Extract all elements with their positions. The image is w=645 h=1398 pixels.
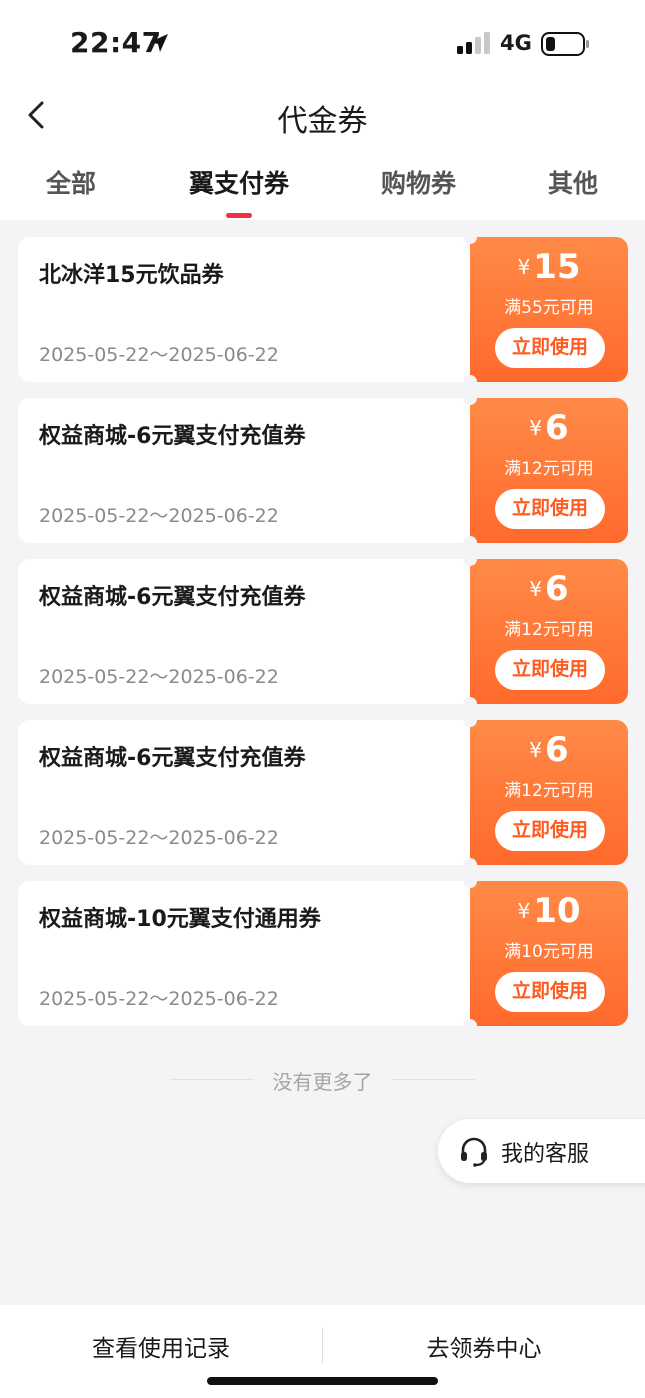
coupon-card: 权益商城-10元翼支付通用券 2025-05-22～2025-06-22 ¥10… <box>18 874 628 1033</box>
network-label: 4G <box>500 31 532 55</box>
coupon-name: 权益商城-6元翼支付充值券 <box>39 746 306 771</box>
coupon-validity: 2025-05-22～2025-06-22 <box>39 344 279 366</box>
amount-value: 6 <box>545 408 569 448</box>
coupon-name: 权益商城-6元翼支付充值券 <box>39 585 306 610</box>
coupon-name: 北冰洋15元饮品券 <box>39 263 224 288</box>
coupon-validity: 2025-05-22～2025-06-22 <box>39 988 279 1010</box>
voucher-page: 22:47 4G 代金券 全部 翼支付券 购物券 其他 北冰洋15元饮品券 20… <box>0 0 645 1398</box>
signal-icon <box>457 32 490 54</box>
coupon-notch <box>463 552 477 566</box>
coupon-card: 北冰洋15元饮品券 2025-05-22～2025-06-22 ¥15 满55元… <box>18 230 628 389</box>
active-tab-indicator <box>226 213 252 218</box>
use-now-button[interactable]: 立即使用 <box>495 328 605 368</box>
coupon-card: 权益商城-6元翼支付充值券 2025-05-22～2025-06-22 ¥6 满… <box>18 713 628 872</box>
amount-value: 6 <box>545 730 569 770</box>
coupon-center-button[interactable]: 去领券中心 <box>323 1329 645 1363</box>
nav-bar: 代金券 <box>0 88 645 150</box>
coupon-notch <box>463 391 477 405</box>
currency-symbol: ¥ <box>529 577 543 601</box>
coupon-condition: 满12元可用 <box>504 459 594 479</box>
tab-bar: 全部 翼支付券 购物券 其他 <box>0 150 645 220</box>
coupon-value-panel: ¥15 满55元可用 立即使用 <box>463 230 628 389</box>
coupon-list: 北冰洋15元饮品券 2025-05-22～2025-06-22 ¥15 满55元… <box>18 230 628 1042</box>
currency-symbol: ¥ <box>517 255 531 279</box>
coupon-value-panel: ¥6 满12元可用 立即使用 <box>463 713 628 872</box>
coupon-validity: 2025-05-22～2025-06-22 <box>39 505 279 527</box>
tab-shopping-coupons[interactable]: 购物券 <box>381 164 456 200</box>
coupon-validity: 2025-05-22～2025-06-22 <box>39 666 279 688</box>
tab-bestpay-coupons[interactable]: 翼支付券 <box>189 164 289 200</box>
coupon-notch <box>463 1019 477 1033</box>
coupon-notch <box>463 874 477 888</box>
currency-symbol: ¥ <box>517 899 531 923</box>
battery-icon <box>541 32 589 56</box>
use-now-button[interactable]: 立即使用 <box>495 650 605 690</box>
coupon-card: 权益商城-6元翼支付充值券 2025-05-22～2025-06-22 ¥6 满… <box>18 552 628 711</box>
coupon-info: 权益商城-6元翼支付充值券 2025-05-22～2025-06-22 <box>18 398 470 543</box>
tab-all[interactable]: 全部 <box>46 164 96 200</box>
coupon-condition: 满12元可用 <box>504 620 594 640</box>
coupon-card: 权益商城-6元翼支付充值券 2025-05-22～2025-06-22 ¥6 满… <box>18 391 628 550</box>
currency-symbol: ¥ <box>529 416 543 440</box>
use-now-button[interactable]: 立即使用 <box>495 811 605 851</box>
coupon-info: 权益商城-6元翼支付充值券 2025-05-22～2025-06-22 <box>18 720 470 865</box>
coupon-amount: ¥15 <box>470 247 628 287</box>
coupon-notch <box>463 697 477 711</box>
coupon-info: 权益商城-10元翼支付通用券 2025-05-22～2025-06-22 <box>18 881 470 1026</box>
currency-symbol: ¥ <box>529 738 543 762</box>
coupon-info: 权益商城-6元翼支付充值券 2025-05-22～2025-06-22 <box>18 559 470 704</box>
coupon-value-panel: ¥6 满12元可用 立即使用 <box>463 552 628 711</box>
coupon-notch <box>463 536 477 550</box>
status-bar: 22:47 4G <box>0 0 645 88</box>
coupon-name: 权益商城-6元翼支付充值券 <box>39 424 306 449</box>
list-end-text: 没有更多了 <box>272 1070 373 1094</box>
use-now-button[interactable]: 立即使用 <box>495 489 605 529</box>
coupon-notch <box>463 230 477 244</box>
coupon-value-panel: ¥6 满12元可用 立即使用 <box>463 391 628 550</box>
page-title: 代金券 <box>277 104 368 139</box>
coupon-info: 北冰洋15元饮品券 2025-05-22～2025-06-22 <box>18 237 470 382</box>
amount-value: 6 <box>545 569 569 609</box>
tab-other[interactable]: 其他 <box>548 164 598 200</box>
headset-icon <box>461 1137 487 1167</box>
coupon-name: 权益商城-10元翼支付通用券 <box>39 907 321 932</box>
view-usage-records-button[interactable]: 查看使用记录 <box>0 1329 322 1363</box>
coupon-notch <box>463 375 477 389</box>
location-arrow-icon <box>150 34 168 52</box>
amount-value: 10 <box>533 891 581 931</box>
coupon-condition: 满55元可用 <box>504 298 594 318</box>
divider <box>391 1079 475 1080</box>
customer-service-label: 我的客服 <box>501 1142 590 1167</box>
coupon-condition: 满10元可用 <box>504 942 594 962</box>
home-indicator <box>207 1377 438 1385</box>
coupon-value-panel: ¥10 满10元可用 立即使用 <box>463 874 628 1033</box>
list-end: 没有更多了 <box>170 1066 475 1094</box>
amount-value: 15 <box>533 247 581 287</box>
use-now-button[interactable]: 立即使用 <box>495 972 605 1012</box>
coupon-validity: 2025-05-22～2025-06-22 <box>39 827 279 849</box>
coupon-amount: ¥10 <box>470 891 628 931</box>
coupon-amount: ¥6 <box>470 730 628 770</box>
coupon-notch <box>463 713 477 727</box>
coupon-amount: ¥6 <box>470 408 628 448</box>
coupon-notch <box>463 858 477 872</box>
coupon-amount: ¥6 <box>470 569 628 609</box>
customer-service-button[interactable]: 我的客服 <box>438 1119 645 1183</box>
coupon-condition: 满12元可用 <box>504 781 594 801</box>
